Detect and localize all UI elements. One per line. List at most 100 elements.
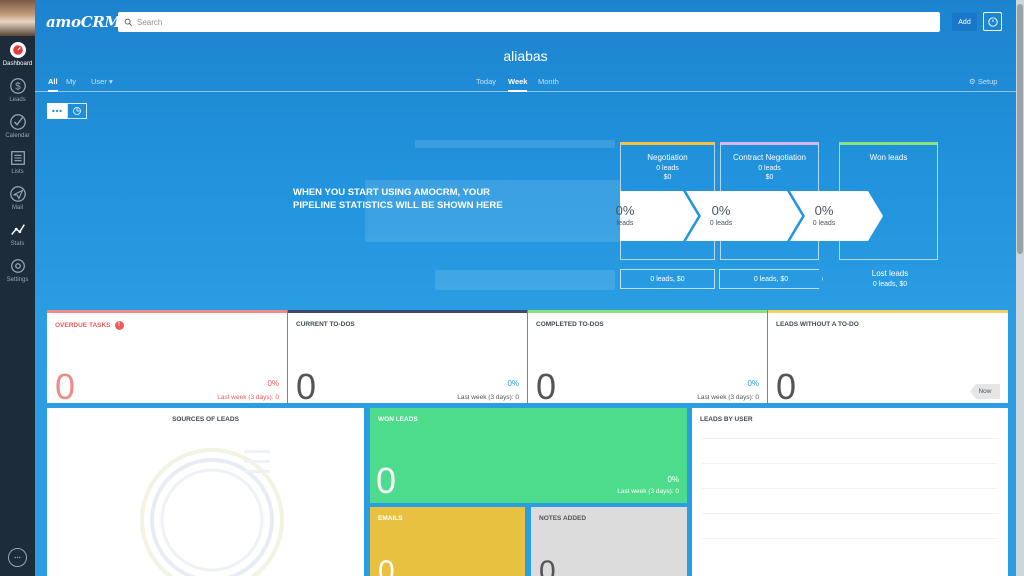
card-title: OVERDUE TASKS!: [55, 321, 124, 330]
widget-emails[interactable]: EMAILS 0: [370, 507, 525, 576]
sidebar-item-lists[interactable]: Lists: [0, 144, 35, 180]
card-value: 0: [55, 366, 76, 407]
stage-name: Won leads: [869, 153, 908, 162]
sidebar-item-leads[interactable]: $ Leads: [0, 72, 35, 108]
stage-leads: 0 leads: [656, 165, 679, 172]
conversion-value: 0%: [711, 203, 731, 218]
now-tag[interactable]: Now: [970, 384, 1000, 399]
search-input[interactable]: [137, 17, 917, 27]
stats-icon: [10, 224, 25, 235]
conversion-contract: 0% 0 leads: [784, 203, 864, 227]
sidebar-item-dashboard[interactable]: Dashboard: [0, 36, 35, 72]
stage-summary: 0 leads, $0: [620, 269, 715, 289]
widget-leads-by-user[interactable]: LEADS BY USER: [692, 408, 1008, 576]
card-value: 0: [776, 366, 797, 407]
sidebar-item-mail[interactable]: Mail: [0, 180, 35, 216]
search-icon: [124, 18, 132, 26]
conversion-label: 0 leads: [709, 220, 733, 227]
svg-text:$: $: [15, 82, 21, 93]
card-leads-without-todo[interactable]: LEADS WITHOUT A TO-DO 0 Now: [768, 310, 1008, 407]
widget-last-week: Last week (3 days): 0: [617, 488, 679, 495]
conversion-first: 0% leads: [600, 203, 650, 227]
stage-amount: $0: [765, 174, 774, 181]
view-pipeline-button[interactable]: [47, 103, 67, 119]
list-icon: [10, 151, 25, 165]
view-toggle: [47, 103, 87, 119]
divider: [702, 438, 998, 439]
chat-button[interactable]: [8, 548, 27, 567]
card-value: 0: [296, 366, 317, 407]
pipeline-empty-message: WHEN YOU START USING AMOCRM, YOUR PIPELI…: [293, 187, 503, 211]
widget-title: WON LEADS: [378, 416, 418, 423]
sidebar: Dashboard $ Leads Calendar Lists Mail St…: [0, 0, 35, 576]
dollar-icon: $: [9, 78, 26, 94]
pie-chart-icon: [73, 107, 81, 115]
stage-name: Contract Negotiation: [733, 153, 806, 162]
widget-percent: 0%: [667, 475, 679, 484]
app-logo[interactable]: amoCRM.: [46, 13, 126, 31]
stage-summary: 0 leads, $0: [719, 269, 823, 289]
sidebar-item-calendar[interactable]: Calendar: [0, 108, 35, 144]
filter-all[interactable]: All: [48, 77, 58, 92]
card-title: CURRENT TO-DOS: [296, 321, 355, 328]
view-chart-button[interactable]: [67, 103, 87, 119]
widget-title: EMAILS: [378, 515, 403, 522]
sidebar-item-label: Dashboard: [2, 60, 33, 67]
card-value: 0: [536, 366, 557, 407]
dots-icon: [52, 109, 62, 113]
top-bar: amoCRM. Add: [35, 0, 1016, 44]
card-last-week: Last week (3 days): 0: [697, 394, 759, 401]
stage-name: Negotiation: [647, 153, 688, 162]
gear-icon: ⚙: [969, 77, 976, 86]
page-title: aliabas: [503, 48, 548, 64]
widget-value: 0: [378, 555, 395, 576]
filter-month[interactable]: Month: [538, 77, 559, 86]
widget-sources-of-leads[interactable]: SOURCES OF LEADS: [47, 408, 364, 576]
main-area: amoCRM. Add aliabas All My User ▾ Today …: [35, 0, 1024, 576]
filter-today[interactable]: Today: [476, 77, 496, 86]
gear-icon: [10, 259, 25, 273]
card-percent: 0%: [267, 379, 279, 388]
avatar[interactable]: [0, 0, 35, 36]
stage-leads: 0 leads: [758, 165, 781, 172]
sidebar-item-label: Calendar: [5, 133, 30, 139]
widget-won-leads[interactable]: WON LEADS 0 0% Last week (3 days): 0: [370, 408, 687, 503]
search-box[interactable]: [118, 12, 940, 32]
divider: [702, 513, 998, 514]
clock-button[interactable]: [983, 12, 1002, 31]
card-current-todos[interactable]: CURRENT TO-DOS 0 0% Last week (3 days): …: [288, 310, 527, 407]
conversion-negotiation: 0% 0 leads: [681, 203, 761, 227]
pipeline-placeholder: [435, 270, 615, 290]
check-circle-icon: [9, 114, 26, 130]
card-percent: 0%: [747, 379, 759, 388]
filter-my[interactable]: My: [66, 77, 76, 86]
scrollbar-thumb[interactable]: [1017, 4, 1023, 254]
widget-notes-added[interactable]: NOTES ADDED 0: [531, 507, 687, 576]
sidebar-item-label: Leads: [9, 97, 26, 103]
card-title: LEADS WITHOUT A TO-DO: [776, 321, 859, 328]
page-scrollbar[interactable]: [1016, 0, 1024, 576]
sidebar-item-stats[interactable]: Stats: [0, 216, 35, 252]
chat-icon: [14, 556, 21, 559]
dashboard-icon: [12, 44, 23, 55]
card-completed-todos[interactable]: COMPLETED TO-DOS 0 0% Last week (3 days)…: [528, 310, 767, 407]
lost-leads-label: Lost leads: [871, 269, 909, 278]
sidebar-item-settings[interactable]: Settings: [0, 252, 35, 288]
card-title-text: OVERDUE TASKS: [55, 322, 111, 330]
conversion-label: 0 leads: [812, 220, 836, 227]
sources-donut-placeholder: [140, 448, 284, 576]
card-overdue-tasks[interactable]: OVERDUE TASKS! 0 0% Last week (3 days): …: [47, 310, 287, 407]
card-last-week: Last week (3 days): 0: [457, 394, 519, 401]
sidebar-item-label: Stats: [10, 241, 25, 247]
lost-leads[interactable]: Lost leads 0 leads, $0: [855, 269, 925, 288]
clock-icon: [987, 16, 998, 27]
widget-title: LEADS BY USER: [700, 416, 753, 423]
add-button[interactable]: Add: [952, 13, 977, 31]
filter-user[interactable]: User ▾: [91, 77, 113, 86]
setup-button[interactable]: ⚙ Setup: [969, 77, 997, 86]
filter-week[interactable]: Week: [508, 77, 528, 92]
widget-value: 0: [539, 555, 556, 576]
alert-icon: !: [114, 321, 124, 330]
filter-user-label: User: [91, 77, 107, 86]
sidebar-nav: Dashboard $ Leads Calendar Lists Mail St…: [0, 36, 35, 288]
